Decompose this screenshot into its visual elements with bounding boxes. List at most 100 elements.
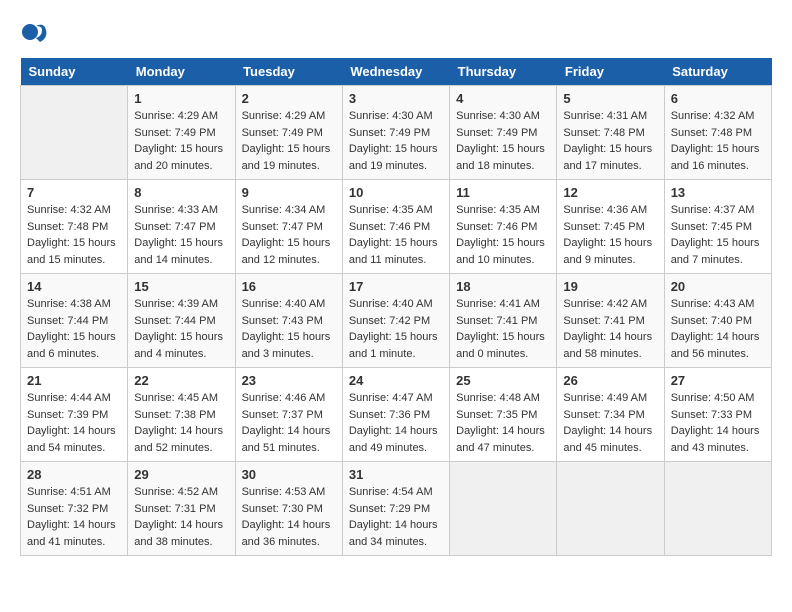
day-number: 27: [671, 373, 765, 388]
day-number: 26: [563, 373, 657, 388]
day-number: 22: [134, 373, 228, 388]
day-number: 6: [671, 91, 765, 106]
cell-info: Sunrise: 4:41 AMSunset: 7:41 PMDaylight:…: [456, 298, 545, 360]
day-number: 16: [242, 279, 336, 294]
calendar-cell: 9 Sunrise: 4:34 AMSunset: 7:47 PMDaylight…: [235, 180, 342, 274]
weekday-header: Friday: [557, 58, 664, 86]
day-number: 7: [27, 185, 121, 200]
weekday-header: Thursday: [450, 58, 557, 86]
cell-info: Sunrise: 4:34 AMSunset: 7:47 PMDaylight:…: [242, 204, 331, 266]
cell-info: Sunrise: 4:42 AMSunset: 7:41 PMDaylight:…: [563, 298, 652, 360]
calendar-cell: 1Sunrise: 4:29 AMSunset: 7:49 PMDaylight…: [128, 86, 235, 180]
day-number: 1: [134, 91, 228, 106]
day-number: 8: [134, 185, 228, 200]
calendar-cell: [557, 462, 664, 556]
calendar-cell: [21, 86, 128, 180]
calendar-body: 1 Sunrise: 4:29 AMSunset: 7:49 PMDaylight…: [21, 86, 772, 556]
cell-info: Sunrise: 4:50 AMSunset: 7:33 PMDaylight:…: [671, 392, 760, 454]
day-number: 31: [349, 467, 443, 482]
calendar-cell: 6 Sunrise: 4:32 AMSunset: 7:48 PMDaylight…: [664, 86, 771, 180]
calendar-cell: [450, 462, 557, 556]
cell-info: Sunrise: 4:30 AMSunset: 7:49 PMDaylight:…: [349, 110, 438, 172]
day-number: 4: [456, 91, 550, 106]
logo: [20, 20, 52, 48]
day-number: 10: [349, 185, 443, 200]
calendar-cell: 14 Sunrise: 4:38 AMSunset: 7:44 PMDayligh…: [21, 274, 128, 368]
cell-info: Sunrise: 4:49 AMSunset: 7:34 PMDaylight:…: [563, 392, 652, 454]
cell-info: Sunrise: 4:45 AMSunset: 7:38 PMDaylight:…: [134, 392, 223, 454]
calendar-cell: 12 Sunrise: 4:36 AMSunset: 7:45 PMDayligh…: [557, 180, 664, 274]
calendar-cell: 19 Sunrise: 4:42 AMSunset: 7:41 PMDayligh…: [557, 274, 664, 368]
day-number: 21: [27, 373, 121, 388]
calendar-week-row: 1 Sunrise: 4:29 AMSunset: 7:49 PMDaylight…: [21, 86, 772, 180]
calendar-cell: 13 Sunrise: 4:37 AMSunset: 7:45 PMDayligh…: [664, 180, 771, 274]
calendar-cell: 21 Sunrise: 4:44 AMSunset: 7:39 PMDayligh…: [21, 368, 128, 462]
calendar-cell: 4 Sunrise: 4:30 AMSunset: 7:49 PMDaylight…: [450, 86, 557, 180]
cell-info: Sunrise: 4:44 AMSunset: 7:39 PMDaylight:…: [27, 392, 116, 454]
cell-info: Sunrise: 4:35 AMSunset: 7:46 PMDaylight:…: [349, 204, 438, 266]
cell-info: Sunrise: 4:43 AMSunset: 7:40 PMDaylight:…: [671, 298, 760, 360]
calendar-week-row: 7 Sunrise: 4:32 AMSunset: 7:48 PMDaylight…: [21, 180, 772, 274]
day-number: 2: [242, 91, 336, 106]
day-number: 30: [242, 467, 336, 482]
day-number: 19: [563, 279, 657, 294]
day-number: 23: [242, 373, 336, 388]
weekday-header: Sunday: [21, 58, 128, 86]
day-number: 9: [242, 185, 336, 200]
calendar-cell: 29Sunrise: 4:52 AMSunset: 7:31 PMDayligh…: [128, 462, 235, 556]
calendar-cell: 26 Sunrise: 4:49 AMSunset: 7:34 PMDayligh…: [557, 368, 664, 462]
cell-info: Sunrise: 4:51 AMSunset: 7:32 PMDaylight:…: [27, 486, 116, 548]
cell-info: Sunrise: 4:29 AMSunset: 7:49 PMDaylight:…: [242, 110, 331, 172]
day-number: 13: [671, 185, 765, 200]
calendar-cell: 10 Sunrise: 4:35 AMSunset: 7:46 PMDayligh…: [342, 180, 449, 274]
calendar-cell: 2 Sunrise: 4:29 AMSunset: 7:49 PMDaylight…: [235, 86, 342, 180]
cell-info: Sunrise: 4:31 AMSunset: 7:48 PMDaylight:…: [563, 110, 652, 172]
day-number: 3: [349, 91, 443, 106]
calendar-week-row: 21 Sunrise: 4:44 AMSunset: 7:39 PMDayligh…: [21, 368, 772, 462]
calendar-cell: 31 Sunrise: 4:54 AMSunset: 7:29 PMDayligh…: [342, 462, 449, 556]
logo-icon: [20, 20, 48, 48]
weekday-header: Tuesday: [235, 58, 342, 86]
cell-info: Sunrise: 4:53 AMSunset: 7:30 PMDaylight:…: [242, 486, 331, 548]
day-number: 29: [134, 467, 228, 482]
weekday-header: Saturday: [664, 58, 771, 86]
day-number: 12: [563, 185, 657, 200]
weekday-header: Monday: [128, 58, 235, 86]
calendar-week-row: 14 Sunrise: 4:38 AMSunset: 7:44 PMDayligh…: [21, 274, 772, 368]
cell-info: Sunrise: 4:38 AMSunset: 7:44 PMDaylight:…: [27, 298, 116, 360]
calendar-cell: 11Sunrise: 4:35 AMSunset: 7:46 PMDayligh…: [450, 180, 557, 274]
day-number: 15: [134, 279, 228, 294]
day-number: 17: [349, 279, 443, 294]
cell-info: Sunrise: 4:32 AMSunset: 7:48 PMDaylight:…: [671, 110, 760, 172]
cell-info: Sunrise: 4:32 AMSunset: 7:48 PMDaylight:…: [27, 204, 116, 266]
day-number: 25: [456, 373, 550, 388]
calendar-cell: 23 Sunrise: 4:46 AMSunset: 7:37 PMDayligh…: [235, 368, 342, 462]
cell-info: Sunrise: 4:54 AMSunset: 7:29 PMDaylight:…: [349, 486, 438, 548]
cell-info: Sunrise: 4:30 AMSunset: 7:49 PMDaylight:…: [456, 110, 545, 172]
calendar-cell: 8 Sunrise: 4:33 AMSunset: 7:47 PMDaylight…: [128, 180, 235, 274]
page-header: [20, 20, 772, 48]
day-number: 20: [671, 279, 765, 294]
cell-info: Sunrise: 4:33 AMSunset: 7:47 PMDaylight:…: [134, 204, 223, 266]
day-number: 14: [27, 279, 121, 294]
day-number: 24: [349, 373, 443, 388]
cell-info: Sunrise: 4:37 AMSunset: 7:45 PMDaylight:…: [671, 204, 760, 266]
cell-info: Sunrise: 4:40 AMSunset: 7:42 PMDaylight:…: [349, 298, 438, 360]
calendar-cell: 3 Sunrise: 4:30 AMSunset: 7:49 PMDaylight…: [342, 86, 449, 180]
calendar-cell: [664, 462, 771, 556]
cell-info: Sunrise: 4:46 AMSunset: 7:37 PMDaylight:…: [242, 392, 331, 454]
cell-info: Sunrise: 4:35 AMSunset: 7:46 PMDaylight:…: [456, 204, 545, 266]
calendar-table: SundayMondayTuesdayWednesdayThursdayFrid…: [20, 58, 772, 556]
calendar-cell: 17 Sunrise: 4:40 AMSunset: 7:42 PMDayligh…: [342, 274, 449, 368]
calendar-cell: 18Sunrise: 4:41 AMSunset: 7:41 PMDayligh…: [450, 274, 557, 368]
day-number: 5: [563, 91, 657, 106]
cell-info: Sunrise: 4:40 AMSunset: 7:43 PMDaylight:…: [242, 298, 331, 360]
calendar-cell: 30 Sunrise: 4:53 AMSunset: 7:30 PMDayligh…: [235, 462, 342, 556]
cell-info: Sunrise: 4:36 AMSunset: 7:45 PMDaylight:…: [563, 204, 652, 266]
calendar-cell: 7 Sunrise: 4:32 AMSunset: 7:48 PMDaylight…: [21, 180, 128, 274]
day-number: 28: [27, 467, 121, 482]
calendar-header-row: SundayMondayTuesdayWednesdayThursdayFrid…: [21, 58, 772, 86]
calendar-cell: 28 Sunrise: 4:51 AMSunset: 7:32 PMDayligh…: [21, 462, 128, 556]
calendar-week-row: 28 Sunrise: 4:51 AMSunset: 7:32 PMDayligh…: [21, 462, 772, 556]
calendar-cell: 5 Sunrise: 4:31 AMSunset: 7:48 PMDaylight…: [557, 86, 664, 180]
